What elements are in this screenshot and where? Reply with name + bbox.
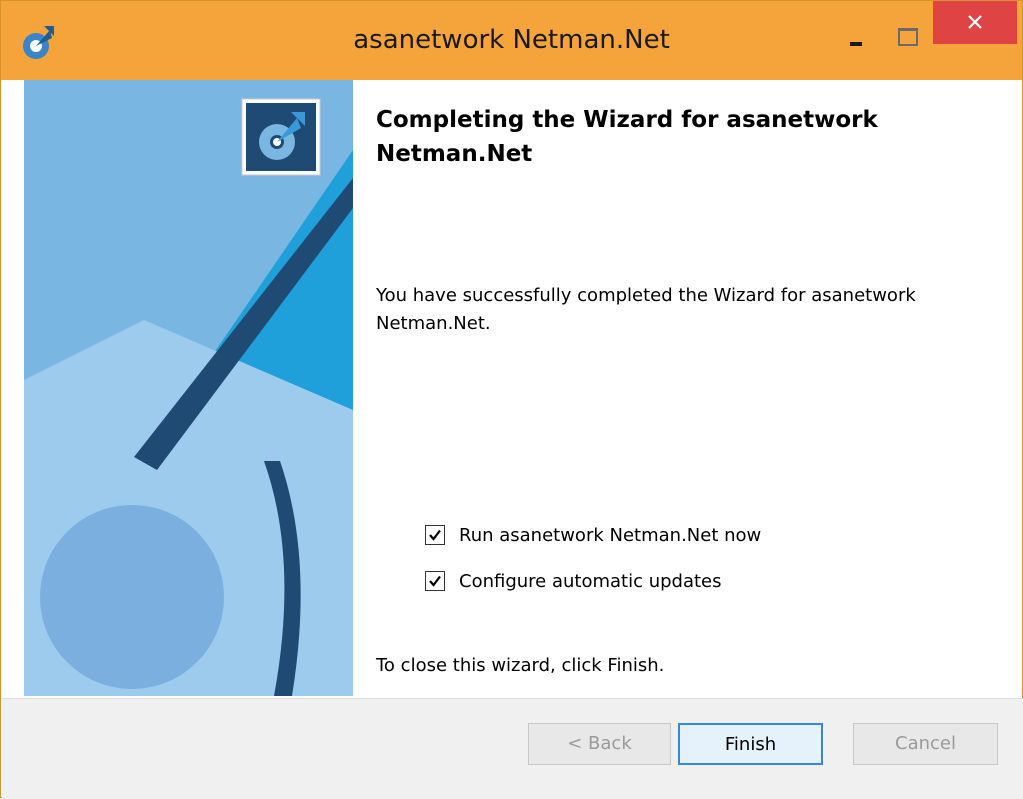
run-now-checkbox[interactable] [425, 525, 445, 545]
auto-update-option[interactable]: Configure automatic updates [425, 569, 722, 593]
run-now-label: Run asanetwork Netman.Net now [459, 524, 762, 546]
title-bar[interactable]: asanetwork Netman.Net [1, 1, 1022, 80]
back-button[interactable]: < Back [528, 723, 671, 765]
checkmark-icon [429, 575, 441, 587]
close-button[interactable] [933, 1, 1017, 44]
cancel-button[interactable]: Cancel [853, 723, 998, 765]
minimize-icon[interactable] [833, 19, 879, 59]
auto-update-checkbox[interactable] [425, 571, 445, 591]
close-icon [968, 15, 982, 29]
wizard-message: You have successfully completed the Wiza… [376, 285, 916, 334]
banner-logo-icon [241, 98, 321, 176]
maximize-icon[interactable] [883, 19, 929, 59]
wizard-heading: Completing the Wizard for asanetwork Net… [376, 107, 878, 167]
finish-button[interactable]: Finish [678, 723, 823, 765]
checkmark-icon [429, 529, 441, 541]
close-instruction: To close this wizard, click Finish. [376, 655, 665, 676]
installer-window: asanetwork Netman.Net Completing the Wiz… [0, 0, 1023, 799]
auto-update-label: Configure automatic updates [459, 570, 722, 592]
run-now-option[interactable]: Run asanetwork Netman.Net now [425, 523, 761, 547]
